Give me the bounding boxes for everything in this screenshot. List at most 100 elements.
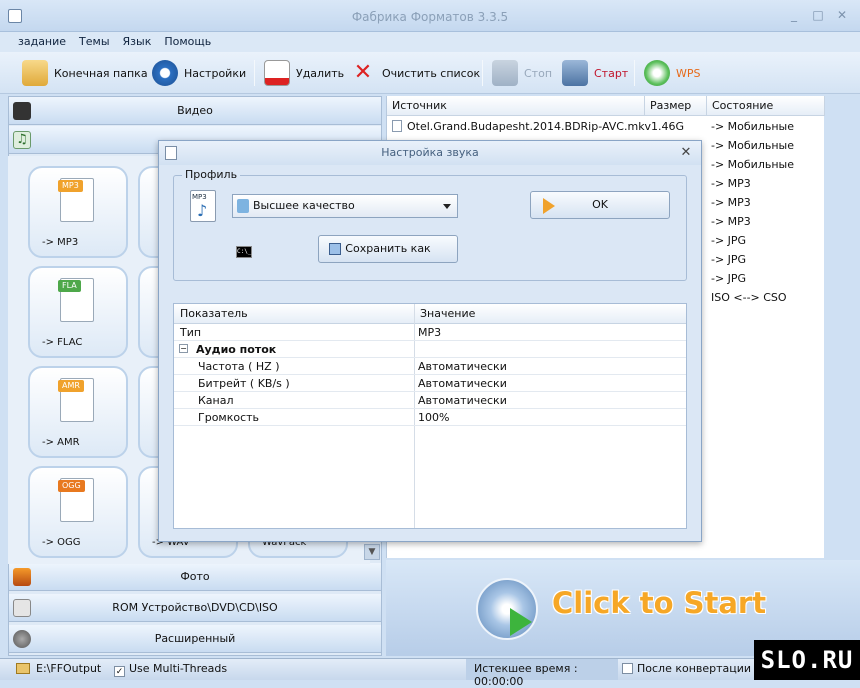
watermark-logo: SLO.RU [754, 640, 860, 680]
toolbar-separator [634, 60, 635, 86]
toolbar-separator [254, 60, 255, 86]
task-state: -> JPG [711, 234, 747, 247]
tile-badge: FLA [58, 280, 81, 292]
wps-button[interactable]: WPS [644, 59, 701, 87]
output-folder-button[interactable]: Конечная папка [22, 59, 148, 87]
task-size: 1.46G [651, 120, 685, 133]
save-as-button[interactable]: Сохранить как [318, 235, 458, 263]
column-value[interactable]: Значение [414, 304, 686, 324]
collapse-icon[interactable]: − [179, 344, 188, 353]
category-video[interactable]: Видео [9, 97, 381, 125]
click-to-start-text: Click to Start [552, 586, 767, 620]
tile-label: -> OGG [42, 537, 81, 548]
property-value: MP3 [418, 326, 442, 339]
toolbar: Конечная папка Настройки Удалить ✕ Очист… [0, 52, 860, 94]
save-disk-icon [329, 243, 341, 255]
settings-button[interactable]: Настройки [152, 59, 246, 87]
gears-icon [13, 630, 31, 648]
wps-globe-icon [644, 60, 670, 86]
category-advanced[interactable]: Расширенный [9, 625, 381, 653]
title-bar: Фабрика Форматов 3.3.5 _ □ ✕ [0, 0, 860, 32]
task-source: Otel.Grand.Budapesht.2014.BDRip-AVC.mkv [407, 120, 652, 133]
output-path[interactable]: E:\FFOutput [16, 662, 101, 675]
task-state: -> MP3 [711, 215, 751, 228]
clear-x-icon: ✕ [353, 60, 373, 85]
start-button[interactable]: Старт [562, 59, 628, 87]
property-row[interactable]: Громкость 100% [174, 409, 686, 426]
property-key: Громкость [198, 411, 260, 424]
menu-bar: задание Темы Язык Помощь [0, 32, 860, 52]
clear-list-button[interactable]: ✕ Очистить список [350, 59, 480, 87]
toolbar-separator [482, 60, 483, 86]
property-key: Канал [198, 394, 234, 407]
category-rom[interactable]: ROM Устройство\DVD\CD\ISO [9, 594, 381, 622]
dialog-close-icon[interactable]: ✕ [679, 146, 693, 160]
menu-task[interactable]: задание [0, 32, 72, 48]
command-prompt-icon[interactable]: C:\_ [236, 246, 252, 258]
format-tile-amr[interactable]: AMR -> AMR [28, 366, 128, 458]
task-state: -> Мобильные [711, 158, 794, 171]
task-state: -> MP3 [711, 196, 751, 209]
task-state: -> JPG [711, 253, 747, 266]
task-state: -> Мобильные [711, 139, 794, 152]
menu-language[interactable]: Язык [116, 32, 158, 48]
property-row[interactable]: Битрейт ( KB/s ) Автоматически [174, 375, 686, 392]
property-value: Автоматически [418, 360, 507, 373]
property-key: Частота ( HZ ) [198, 360, 280, 373]
property-value: Автоматически [418, 377, 507, 390]
audio-settings-dialog: Настройка звука ✕ Профиль MP3 ♪ Высшее к… [158, 140, 702, 542]
delete-file-icon [264, 60, 290, 86]
profile-select[interactable]: Высшее качество [232, 194, 458, 218]
delete-button[interactable]: Удалить [264, 59, 344, 87]
category-photo[interactable]: Фото [9, 563, 381, 591]
property-row[interactable]: Частота ( HZ ) Автоматически [174, 358, 686, 375]
column-source[interactable]: Источник [387, 96, 645, 116]
status-bar: E:\FFOutput ✓ Use Multi-Threads Истекшее … [0, 658, 860, 688]
chevron-down-icon[interactable] [443, 204, 451, 209]
photo-icon [13, 568, 31, 586]
property-value: Автоматически [418, 394, 507, 407]
property-row[interactable]: Тип MP3 [174, 324, 686, 341]
scroll-down-arrow[interactable]: ▼ [364, 544, 380, 560]
property-row[interactable]: Канал Автоматически [174, 392, 686, 409]
format-tile-mp3[interactable]: MP3 -> MP3 [28, 166, 128, 258]
task-state: -> Мобильные [711, 120, 794, 133]
video-file-icon [392, 120, 402, 132]
profile-legend: Профиль [182, 168, 241, 181]
ok-arrow-icon [543, 198, 555, 214]
film-icon [13, 102, 31, 120]
tile-label: -> AMR [42, 437, 80, 448]
settings-icon [152, 60, 178, 86]
stop-button[interactable]: Стоп [492, 59, 552, 87]
after-convert-checkbox[interactable] [622, 663, 633, 674]
after-convert[interactable]: После конвертации : [622, 662, 758, 675]
window-title: Фабрика Форматов 3.3.5 [351, 10, 509, 24]
folder-icon [16, 663, 30, 674]
dialog-title: Настройка звука [159, 141, 701, 165]
menu-themes[interactable]: Темы [72, 32, 115, 48]
column-param[interactable]: Показатель [174, 304, 414, 324]
multithreads-checkbox[interactable]: ✓ Use Multi-Threads [114, 662, 227, 677]
tile-label: -> FLAC [42, 337, 83, 348]
minimize-icon[interactable]: _ [786, 8, 802, 22]
column-state[interactable]: Состояние [707, 96, 825, 116]
ok-button[interactable]: OK [530, 191, 670, 219]
play-icon [510, 608, 532, 636]
property-key: Аудио поток [196, 343, 277, 356]
profile-icon [237, 199, 249, 213]
property-row[interactable]: − Аудио поток [174, 341, 686, 358]
property-key: Битрейт ( KB/s ) [198, 377, 290, 390]
dvd-drive-icon [13, 599, 31, 617]
column-size[interactable]: Размер [645, 96, 707, 116]
close-icon[interactable]: ✕ [834, 8, 850, 22]
menu-help[interactable]: Помощь [157, 32, 217, 48]
tile-badge: MP3 [58, 180, 83, 192]
start-icon [562, 60, 588, 86]
dialog-icon [165, 146, 177, 160]
tile-badge: OGG [58, 480, 85, 492]
checkbox-checked[interactable]: ✓ [114, 666, 125, 677]
format-tile-ogg[interactable]: OGG -> OGG [28, 466, 128, 558]
profile-group: Профиль MP3 ♪ Высшее качество C:\_ OK Со… [173, 168, 687, 281]
format-tile-flac[interactable]: FLA -> FLAC [28, 266, 128, 358]
maximize-icon[interactable]: □ [810, 8, 826, 22]
